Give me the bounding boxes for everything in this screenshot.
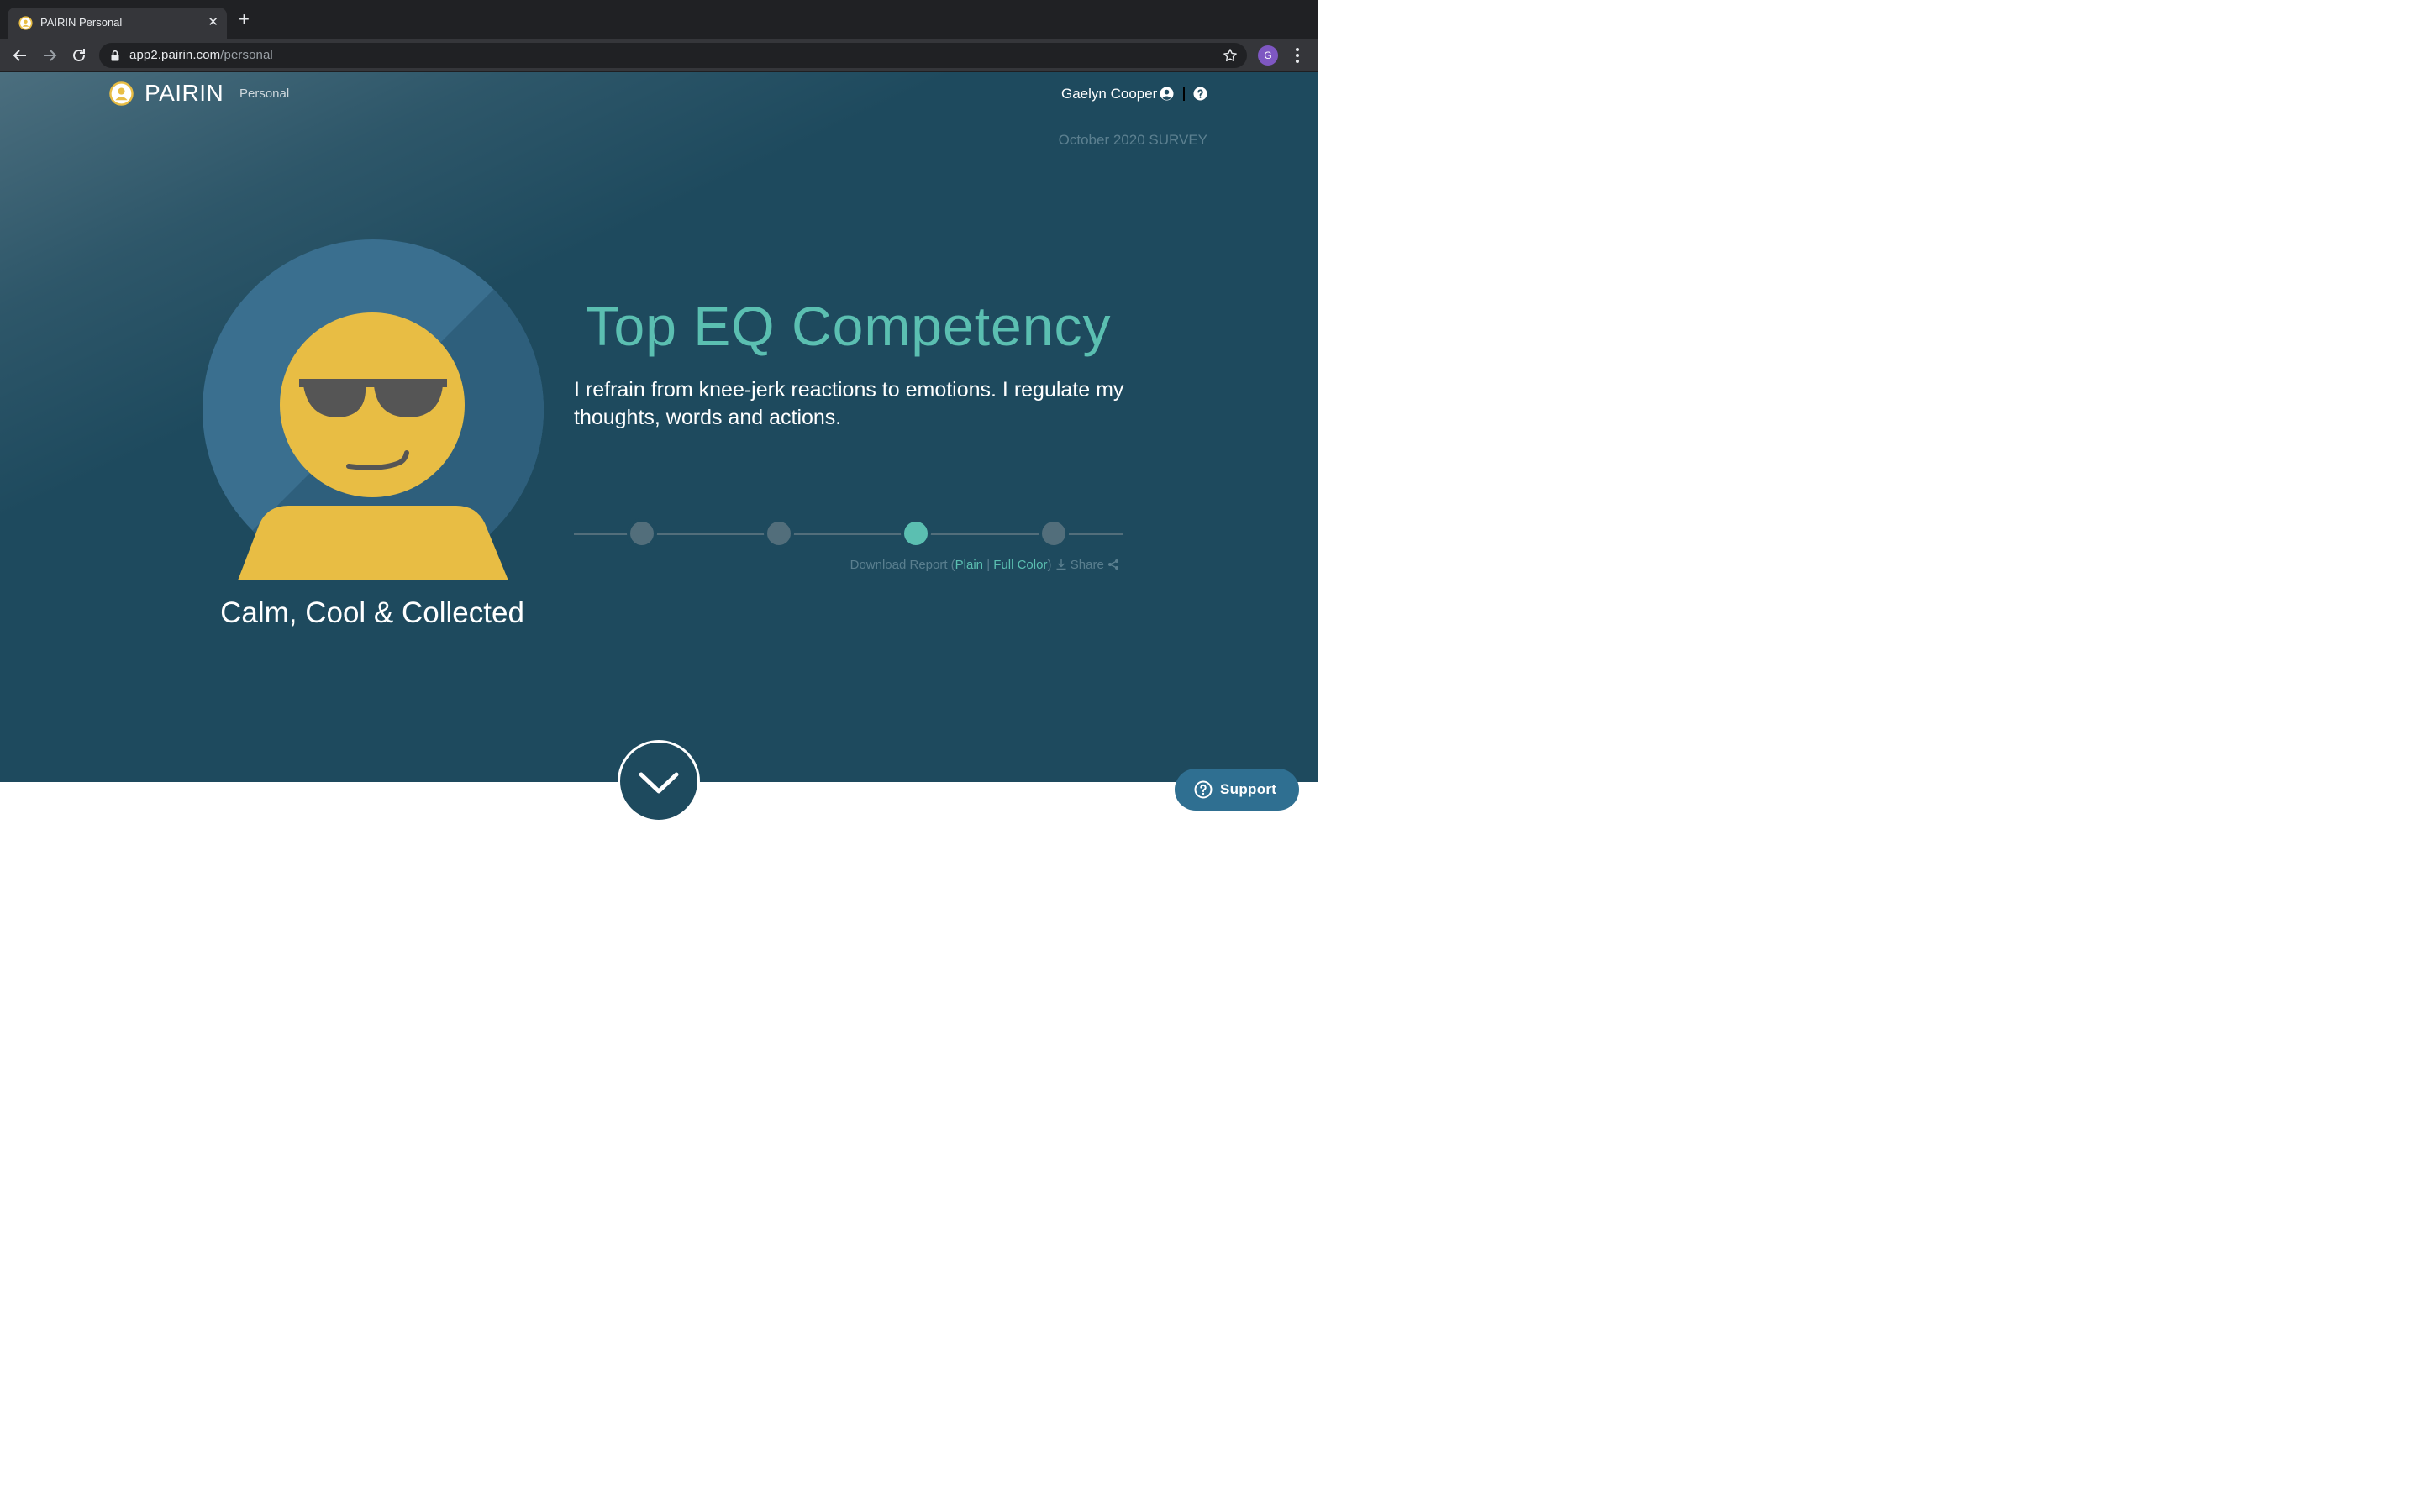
plain-report-link[interactable]: Plain bbox=[955, 558, 983, 572]
full-color-report-link[interactable]: Full Color bbox=[993, 558, 1047, 572]
competency-description: I refrain from knee-jerk reactions to em… bbox=[574, 378, 1124, 429]
address-bar[interactable]: app2.pairin.com/personal bbox=[99, 43, 1247, 68]
download-icon[interactable] bbox=[1055, 559, 1067, 570]
plus-icon[interactable]: + bbox=[239, 10, 250, 29]
download-report-bar: Download Report (Plain | Full Color) Sha… bbox=[823, 558, 1119, 572]
page-content: PAIRIN Personal Gaelyn Cooper October 20… bbox=[0, 72, 1318, 782]
report-divider: | bbox=[983, 558, 994, 572]
browser-tab-strip: PAIRIN Personal ✕ + bbox=[0, 0, 1318, 39]
help-circle-icon[interactable] bbox=[1193, 87, 1207, 101]
stepper-dot-2[interactable] bbox=[764, 518, 794, 549]
report-suffix: ) bbox=[1047, 558, 1052, 572]
section-label: Personal bbox=[239, 87, 290, 101]
avatar-title: Calm, Cool & Collected bbox=[220, 596, 524, 629]
close-icon[interactable]: ✕ bbox=[208, 14, 218, 29]
forward-icon[interactable] bbox=[39, 45, 60, 66]
brand-name[interactable]: PAIRIN bbox=[145, 80, 224, 107]
support-label: Support bbox=[1220, 781, 1277, 797]
tab-title: PAIRIN Personal bbox=[40, 16, 123, 29]
kebab-icon[interactable] bbox=[1291, 45, 1304, 66]
user-name[interactable]: Gaelyn Cooper bbox=[1061, 86, 1157, 102]
star-icon[interactable] bbox=[1222, 47, 1239, 64]
lock-icon bbox=[111, 50, 119, 61]
scroll-down-button[interactable] bbox=[618, 740, 700, 822]
url-text: app2.pairin.com/personal bbox=[129, 48, 273, 62]
pairin-logo-icon[interactable] bbox=[109, 81, 134, 106]
avatar-illustration bbox=[203, 239, 544, 580]
url-host: app2.pairin.com bbox=[129, 48, 221, 62]
url-path: /personal bbox=[220, 48, 273, 62]
stepper-dot-1[interactable] bbox=[627, 518, 657, 549]
chevron-down-icon bbox=[639, 772, 679, 794]
stepper-dot-4[interactable] bbox=[1039, 518, 1069, 549]
browser-toolbar: app2.pairin.com/personal G bbox=[0, 39, 1318, 72]
survey-label: October 2020 SURVEY bbox=[1058, 132, 1207, 148]
stepper-dot-3[interactable] bbox=[901, 518, 931, 549]
carousel-stepper bbox=[574, 518, 1123, 549]
share-label[interactable]: Share bbox=[1071, 558, 1104, 572]
reload-icon[interactable] bbox=[69, 45, 89, 66]
share-icon[interactable] bbox=[1107, 559, 1119, 570]
report-prefix: Download Report ( bbox=[850, 558, 955, 572]
profile-avatar[interactable]: G bbox=[1258, 45, 1278, 66]
favicon-icon bbox=[18, 16, 33, 30]
back-icon[interactable] bbox=[10, 45, 30, 66]
support-button[interactable]: Support bbox=[1175, 769, 1299, 811]
question-circle-icon bbox=[1194, 780, 1213, 799]
browser-tab[interactable]: PAIRIN Personal ✕ bbox=[8, 8, 227, 39]
user-circle-icon[interactable] bbox=[1160, 87, 1174, 101]
competency-headline: Top EQ Competency bbox=[585, 295, 1112, 357]
header-separator bbox=[1183, 87, 1185, 101]
